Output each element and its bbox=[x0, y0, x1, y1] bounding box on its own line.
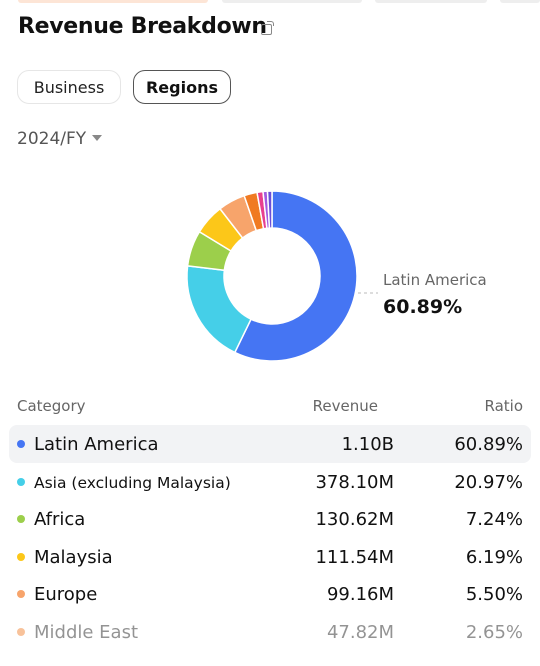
category-name: Africa bbox=[34, 509, 86, 531]
ratio-value: 60.89% bbox=[454, 434, 523, 455]
legend-dot bbox=[17, 628, 25, 636]
tab-business[interactable]: Business bbox=[17, 70, 121, 104]
category-name: Malaysia bbox=[34, 546, 113, 568]
ratio-value: 7.24% bbox=[465, 509, 523, 531]
period-value: 2024/FY bbox=[17, 129, 87, 149]
donut-chart[interactable] bbox=[0, 170, 540, 370]
table-row[interactable]: Europe 99.16M 5.50% bbox=[9, 575, 531, 613]
category-name: Middle East bbox=[34, 622, 139, 643]
donut-slice[interactable] bbox=[186, 265, 253, 354]
revenue-value: 130.62M bbox=[315, 509, 394, 531]
table-row[interactable]: Africa 130.62M 7.24% bbox=[9, 500, 531, 538]
table-row[interactable]: Malaysia 111.54M 6.19% bbox=[9, 538, 531, 576]
col-revenue: Revenue bbox=[312, 397, 378, 415]
table-header: Category Revenue Ratio bbox=[17, 397, 523, 417]
legend-dot bbox=[17, 552, 25, 561]
table-row[interactable]: Asia (excluding Malaysia) 378.10M 20.97% bbox=[9, 463, 531, 501]
revenue-value: 1.10B bbox=[341, 434, 394, 455]
ratio-value: 2.65% bbox=[465, 622, 523, 643]
category-name: Latin America bbox=[34, 434, 159, 455]
col-category: Category bbox=[17, 397, 86, 415]
legend-dot bbox=[17, 515, 25, 524]
highlight-value: 60.89% bbox=[383, 296, 463, 318]
revenue-value: 111.54M bbox=[315, 546, 394, 568]
ratio-value: 5.50% bbox=[465, 584, 523, 606]
share-icon[interactable] bbox=[261, 21, 274, 35]
ratio-value: 6.19% bbox=[465, 546, 523, 568]
legend-dot bbox=[17, 440, 25, 448]
ratio-value: 20.97% bbox=[454, 471, 523, 493]
tab-regions[interactable]: Regions bbox=[133, 70, 231, 104]
category-name: Europe bbox=[34, 584, 98, 606]
top-tabs-strip bbox=[0, 0, 540, 3]
table-row[interactable]: Latin America 1.10B 60.89% bbox=[9, 425, 531, 463]
caret-down-icon bbox=[92, 135, 103, 141]
category-name: Asia (excluding Malaysia) bbox=[34, 473, 231, 492]
legend-dot bbox=[17, 590, 25, 599]
page-title: Revenue Breakdown bbox=[18, 14, 267, 39]
legend-dot bbox=[17, 477, 25, 486]
period-dropdown[interactable]: 2024/FY bbox=[17, 129, 103, 149]
col-ratio: Ratio bbox=[484, 397, 523, 415]
revenue-value: 47.82M bbox=[326, 622, 394, 643]
revenue-value: 99.16M bbox=[326, 584, 394, 606]
highlight-label: Latin America bbox=[383, 271, 487, 289]
revenue-value: 378.10M bbox=[315, 471, 394, 493]
table-row[interactable]: Middle East 47.82M 2.65% bbox=[9, 613, 531, 651]
